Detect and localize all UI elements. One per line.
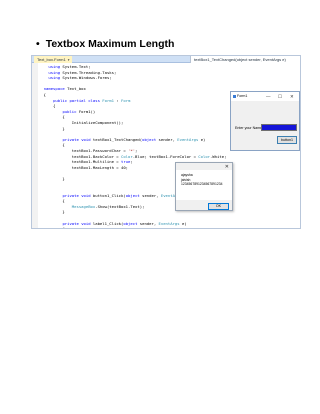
- code-token: private: [62, 192, 79, 198]
- code-token: Text_box: [64, 86, 86, 92]
- code-token: namespace: [43, 86, 65, 92]
- code-token: void: [81, 220, 91, 226]
- code-token: textBox1.PasswordChar =: [39, 147, 129, 153]
- maximize-icon[interactable]: ☐: [278, 92, 282, 101]
- code-token: public: [62, 108, 77, 114]
- member-dropdown-label: textBox1_TextChanged(object sender, Even…: [194, 57, 286, 62]
- code-token: .Blue; textBox1.ForeColor =: [132, 153, 199, 159]
- code-token: sender,: [139, 192, 161, 198]
- code-token: '*': [128, 147, 136, 153]
- code-token: Form: [121, 97, 131, 103]
- form-icon: [233, 94, 236, 98]
- code-token: textBox1_TextChanged(: [90, 136, 143, 142]
- code-token: EventArgs: [158, 220, 180, 226]
- code-token: textBox1.BackColor =: [39, 153, 121, 159]
- code-token: sender,: [137, 220, 159, 226]
- code-token: textBox1.Multiline =: [39, 159, 121, 165]
- code-token: }: [39, 209, 65, 215]
- code-token: Color: [198, 153, 211, 159]
- code-token: ;: [130, 159, 133, 165]
- code-token: using: [48, 75, 61, 81]
- editor-tab-bar: Text_box.Form1 ▾ textBox1_TextChanged(obj…: [32, 56, 300, 63]
- close-icon[interactable]: ✕: [290, 92, 294, 101]
- code-token: :: [114, 97, 122, 103]
- chevron-down-icon[interactable]: ▾: [68, 58, 70, 62]
- code-token: using: [48, 69, 61, 75]
- code-token: {: [39, 114, 65, 120]
- code-line: private void textBox1_TextChanged(object…: [39, 137, 226, 143]
- code-token: class: [88, 97, 100, 103]
- code-token: void: [81, 136, 91, 142]
- form1-titlebar: Form1 — ☐ ✕: [231, 92, 299, 101]
- code-token: private: [62, 220, 79, 226]
- code-token: .White;: [210, 153, 227, 159]
- code-token: InitializeComponent();: [39, 119, 124, 125]
- code-token: {: [39, 142, 65, 148]
- button1[interactable]: button1: [277, 136, 297, 144]
- code-token: object: [123, 220, 138, 226]
- code-token: partial: [69, 97, 86, 103]
- code-token: private: [62, 136, 79, 142]
- code-token: textBox1.MaxLength = 40;: [39, 164, 129, 170]
- code-token: Form1: [102, 97, 114, 103]
- bullet: •: [36, 38, 40, 50]
- code-token: Color: [120, 153, 133, 159]
- code-token: System.Text;: [60, 64, 91, 69]
- editor-gutter: [32, 63, 38, 228]
- code-token: e): [179, 220, 187, 226]
- code-token: using: [48, 64, 61, 69]
- code-token: {: [39, 91, 47, 97]
- form1-title: Form1: [237, 94, 248, 98]
- code-token: ;: [135, 147, 138, 153]
- code-token: }: [39, 175, 65, 181]
- code-token: e): [198, 136, 206, 142]
- member-dropdown[interactable]: textBox1_TextChanged(object sender, Even…: [190, 56, 300, 63]
- code-token: System.Threading.Tasks;: [60, 69, 117, 75]
- name-textbox[interactable]: [261, 124, 297, 131]
- code-token: {: [39, 226, 65, 229]
- form1-window: Form1 — ☐ ✕ Enter your Name button1: [230, 91, 300, 151]
- code-token: Form1(): [76, 108, 96, 114]
- code-token: object: [142, 136, 157, 142]
- code-token: EventArgs: [177, 136, 199, 142]
- code-token: void: [81, 192, 91, 198]
- code-token: {: [39, 198, 65, 204]
- page-heading: • Textbox Maximum Length: [36, 38, 174, 50]
- message-body: ajaysha jaivish 1234567891234567891234: [176, 170, 232, 200]
- code-token: {: [39, 103, 56, 109]
- file-tab[interactable]: Text_box.Form1 ▾: [34, 56, 73, 63]
- code-line: {: [39, 226, 226, 229]
- code-token: true: [120, 159, 131, 165]
- name-label[interactable]: Enter your Name: [235, 126, 262, 130]
- code-token: }: [39, 125, 65, 131]
- heading-text: Textbox Maximum Length: [45, 38, 175, 50]
- code-token: object: [125, 192, 140, 198]
- code-token: System.Windows.Forms;: [60, 75, 112, 81]
- code-token: button1_Click(: [90, 192, 126, 198]
- code-token: label1_Click(: [90, 220, 124, 226]
- code-token: public: [53, 97, 68, 103]
- file-tab-label: Text_box.Form1: [37, 57, 66, 62]
- code-token: MessageBox: [71, 203, 96, 209]
- ok-button[interactable]: OK: [208, 203, 229, 210]
- minimize-icon[interactable]: —: [266, 92, 271, 101]
- message-box: ✕ ajaysha jaivish 1234567891234567891234…: [175, 162, 233, 211]
- message-text: ajaysha jaivish 1234567891234567891234: [181, 173, 223, 186]
- code-token: .Show(textBox1.Text);: [95, 203, 145, 209]
- code-token: sender,: [156, 136, 178, 142]
